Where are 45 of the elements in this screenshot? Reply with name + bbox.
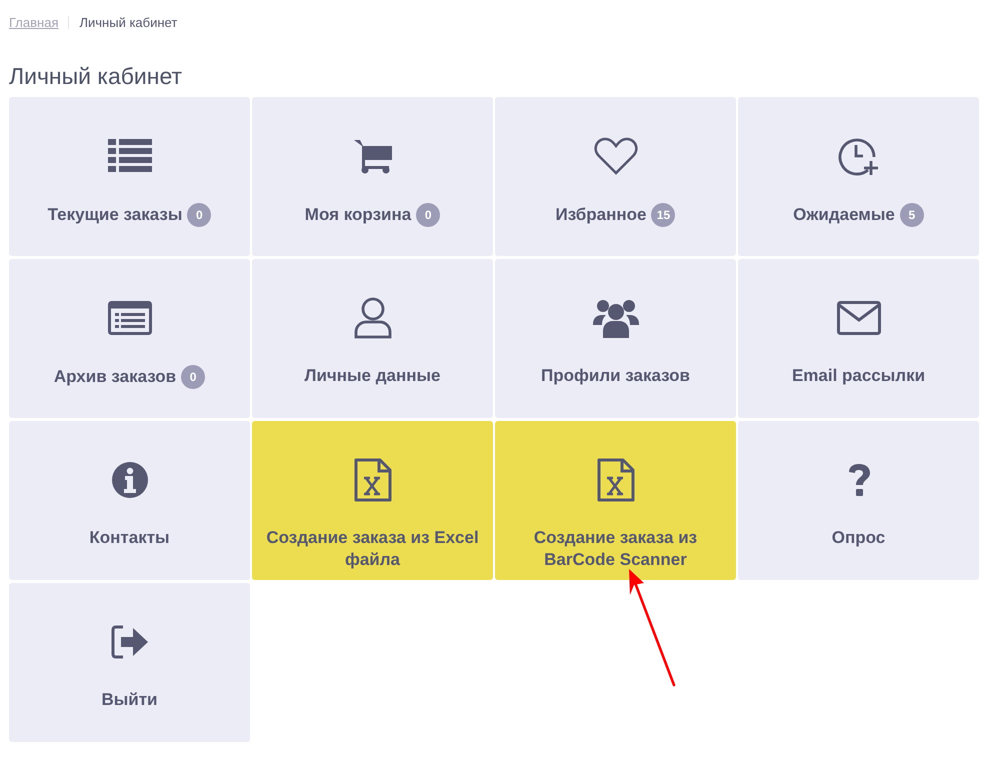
menu-tile[interactable]: Создание заказа из Excel файла [252, 421, 493, 580]
spreadsheet-file-icon [354, 458, 392, 502]
tile-label: Текущие заказы [48, 204, 182, 226]
group-icon [592, 298, 638, 338]
menu-tile[interactable]: Опрос [738, 421, 979, 580]
menu-tile[interactable]: Текущие заказы 0 [9, 97, 250, 256]
question-mark-icon [846, 463, 870, 497]
menu-tile[interactable]: Контакты [9, 421, 250, 580]
heart-icon [594, 137, 638, 175]
list-icon [108, 139, 152, 173]
tile-label: Email рассылки [792, 365, 926, 387]
count-badge: 15 [651, 203, 676, 227]
tile-label: Выйти [101, 689, 158, 711]
tile-label: Ожидаемые [793, 204, 895, 226]
breadcrumb-current: Личный кабинет [79, 14, 178, 30]
count-badge: 5 [900, 203, 924, 227]
tile-label: Создание заказа из Excel файла [265, 527, 480, 571]
spreadsheet-file-icon [596, 458, 634, 502]
menu-tile[interactable]: Личные данные [252, 259, 493, 418]
count-badge: 0 [187, 203, 212, 227]
info-icon [110, 461, 148, 499]
menu-tile[interactable]: Ожидаемые 5 [738, 97, 979, 256]
count-badge: 0 [416, 203, 440, 227]
tile-label: Создание заказа из BarCode Scanner [532, 527, 698, 571]
envelope-icon [836, 301, 880, 335]
user-icon [354, 297, 392, 339]
tile-label: Архив заказов [54, 366, 176, 388]
page-title: Личный кабинет [9, 65, 184, 88]
count-badge: 0 [181, 365, 206, 389]
menu-tile[interactable]: Архив заказов 0 [9, 259, 250, 418]
menu-tile[interactable]: Выйти [9, 583, 250, 742]
menu-tile[interactable]: Профили заказов [495, 259, 736, 418]
tile-label: Профили заказов [541, 365, 690, 387]
list-window-icon [108, 301, 152, 335]
menu-tile[interactable]: Email рассылки [738, 259, 979, 418]
tile-label: Опрос [832, 527, 886, 549]
tile-label: Избранное [556, 204, 646, 226]
menu-tile[interactable]: Избранное 15 [495, 97, 736, 256]
menu-tile[interactable]: Моя корзина 0 [252, 97, 493, 256]
tile-label: Моя корзина [304, 204, 412, 226]
logout-icon [110, 625, 148, 659]
tile-label: Контакты [89, 527, 170, 549]
tile-label: Личные данные [304, 365, 440, 387]
menu-tile[interactable]: Создание заказа из BarCode Scanner [495, 421, 736, 580]
cart-icon [352, 138, 392, 174]
